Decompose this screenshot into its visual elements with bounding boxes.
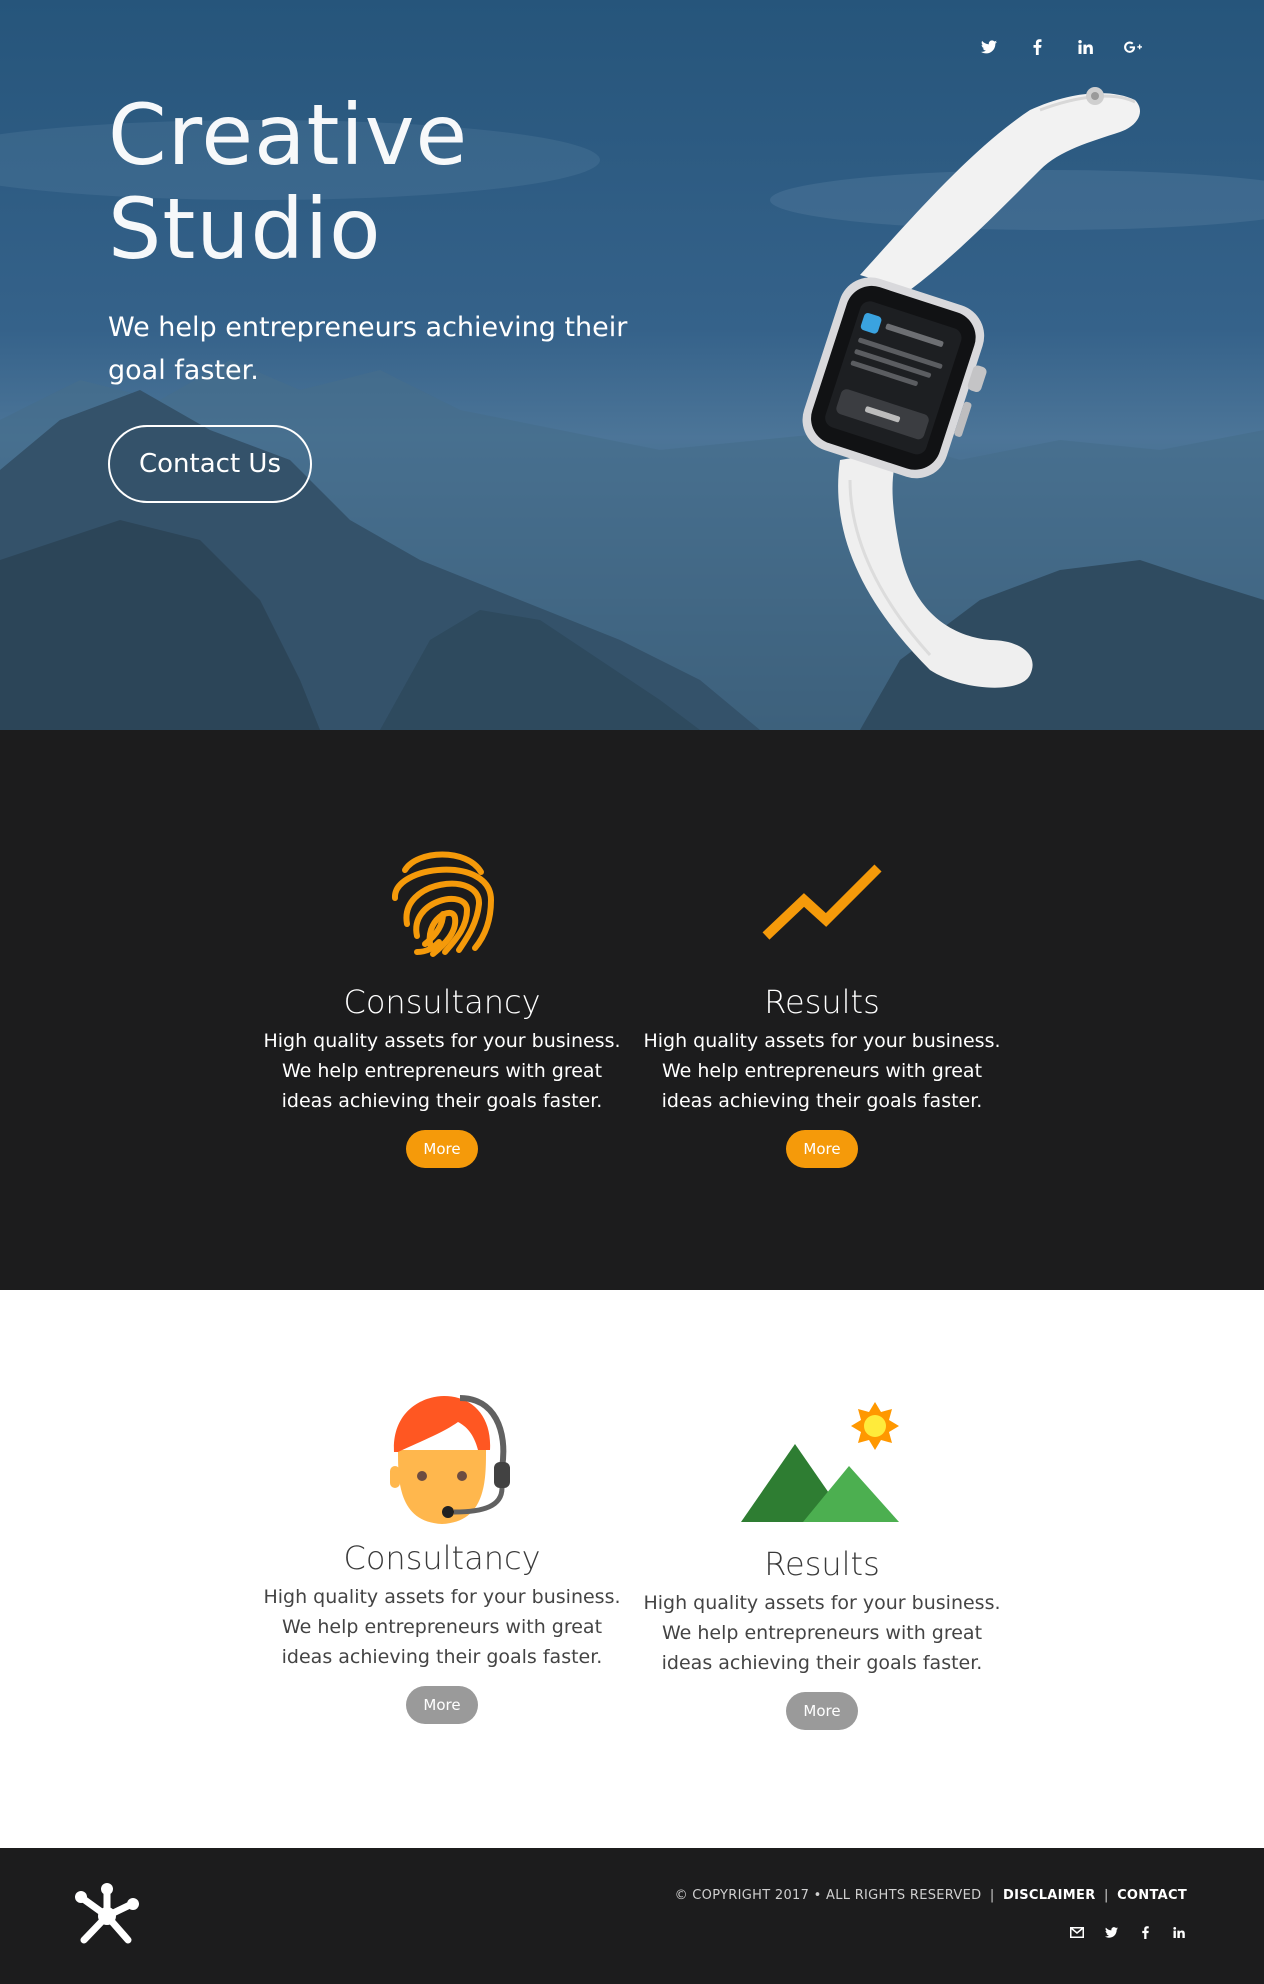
disclaimer-link[interactable]: DISCLAIMER <box>1003 1888 1096 1903</box>
contact-us-button[interactable]: Contact Us <box>108 425 312 503</box>
feature-card-results-light: Results High quality assets for your bus… <box>642 1402 1002 1730</box>
dark-features-section: Consultancy High quality assets for your… <box>0 730 1264 1290</box>
hero-title: Creative Studio <box>108 88 468 276</box>
facebook-icon[interactable] <box>1137 1924 1153 1940</box>
twitter-icon[interactable] <box>980 38 998 56</box>
copyright-text: © COPYRIGHT 2017 • ALL RIGHTS RESERVED <box>674 1888 982 1903</box>
contact-link[interactable]: CONTACT <box>1117 1888 1187 1903</box>
logo-icon[interactable] <box>74 1882 140 1948</box>
support-agent-icon <box>390 1395 510 1524</box>
feature-text: High quality assets for your business. W… <box>263 1030 621 1112</box>
trend-up-icon <box>762 864 882 940</box>
more-button[interactable]: More <box>786 1692 858 1730</box>
separator: | <box>989 1888 995 1903</box>
hero-subtitle: We help entrepreneurs achieving their go… <box>108 312 628 386</box>
separator: | <box>1103 1888 1109 1903</box>
facebook-icon[interactable] <box>1028 38 1046 56</box>
feature-title: Consultancy <box>343 983 541 1021</box>
feature-title: Consultancy <box>343 1539 541 1577</box>
footer-social-links <box>1069 1924 1187 1940</box>
feature-title: Results <box>764 983 880 1021</box>
fingerprint-icon <box>391 851 495 957</box>
feature-text: High quality assets for your business. W… <box>643 1592 1001 1674</box>
more-button[interactable]: More <box>786 1130 858 1168</box>
mountain-sun-icon <box>741 1402 899 1522</box>
footer: © COPYRIGHT 2017 • ALL RIGHTS RESERVED |… <box>0 1848 1264 1984</box>
linkedin-icon[interactable] <box>1076 38 1094 56</box>
feature-card-consultancy-dark: Consultancy High quality assets for your… <box>262 840 622 1168</box>
feature-text: High quality assets for your business. W… <box>643 1030 1001 1112</box>
hero-title-line2: Studio <box>108 180 382 278</box>
google-plus-icon[interactable] <box>1124 38 1142 56</box>
feature-card-results-dark: Results High quality assets for your bus… <box>642 860 1002 1168</box>
feature-title: Results <box>764 1545 880 1583</box>
feature-card-consultancy-light: Consultancy High quality assets for your… <box>262 1390 622 1724</box>
smartwatch-image <box>802 87 1140 688</box>
more-button[interactable]: More <box>406 1130 478 1168</box>
envelope-icon[interactable] <box>1069 1924 1085 1940</box>
linkedin-icon[interactable] <box>1171 1924 1187 1940</box>
light-features-section: Consultancy High quality assets for your… <box>0 1290 1264 1848</box>
hero-section: Creative Studio We help entrepreneurs ac… <box>0 0 1264 730</box>
hero-title-line1: Creative <box>108 86 469 184</box>
more-button[interactable]: More <box>406 1686 478 1724</box>
twitter-icon[interactable] <box>1103 1924 1119 1940</box>
footer-copyright: © COPYRIGHT 2017 • ALL RIGHTS RESERVED |… <box>675 1888 1187 1903</box>
hero-social-links <box>980 38 1142 56</box>
feature-text: High quality assets for your business. W… <box>263 1586 621 1668</box>
